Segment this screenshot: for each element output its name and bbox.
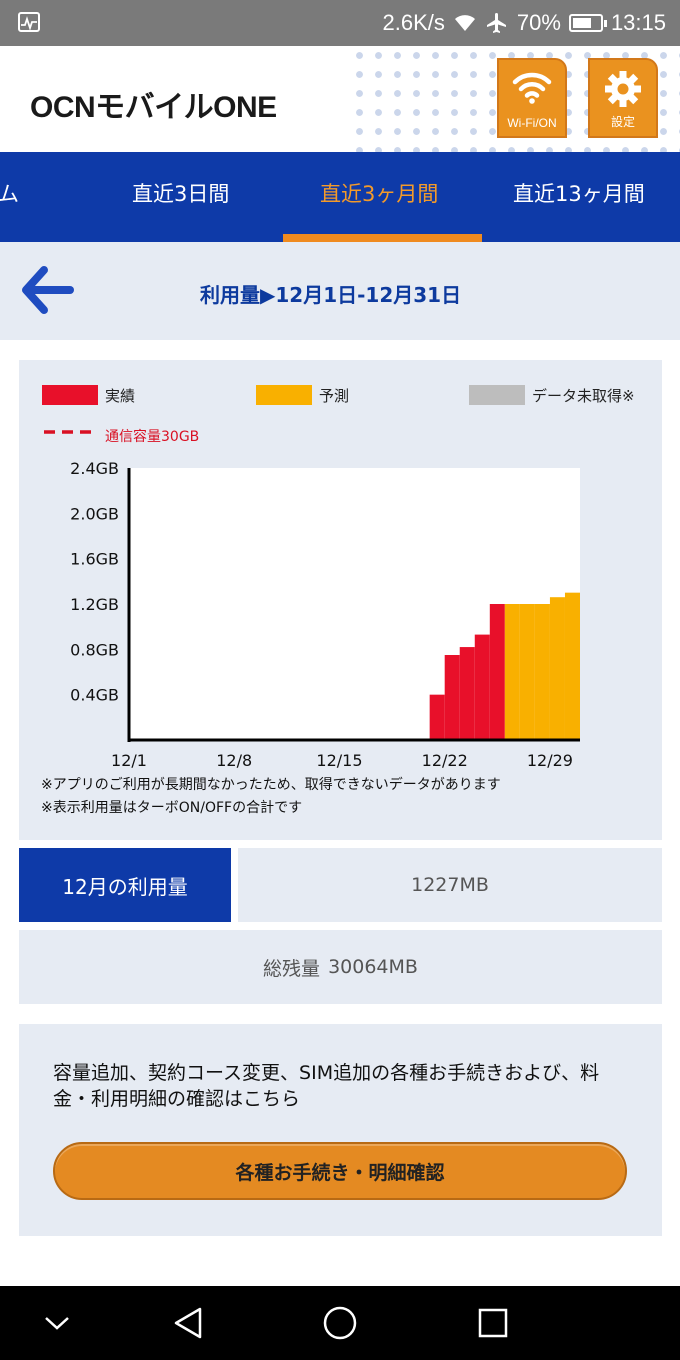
y-tick-label: 2.0GB [70,504,119,523]
remaining-data: 総残量 30064MB [19,930,662,1004]
settings-button-label: 設定 [610,115,635,129]
y-tick-label: 0.8GB [70,640,119,659]
period-title: 利用量▶12月1日-12月31日 [200,283,462,307]
settings-button[interactable]: 設定 [588,58,658,138]
procedures-panel: 容量追加、契約コース変更、SIM追加の各種お手続きおよび、料金・利用明細の確認は… [19,1024,662,1236]
x-tick-label: 12/8 [216,751,252,770]
bar-actual [444,655,460,740]
x-tick-label: 12/15 [316,751,362,770]
activity-icon [18,12,40,32]
bar-actual [474,634,490,740]
x-tick-label: 12/22 [422,751,468,770]
tab-partial[interactable]: ム [0,178,19,208]
tab-last-3-months[interactable]: 直近3ヶ月間 [320,178,438,208]
battery-percent: 70% [516,10,561,35]
app-header: OCNモバイルONE Wi-Fi/ON 設定 [0,46,680,152]
system-nav-bar [0,1286,680,1360]
wifi-button-label: Wi-Fi/ON [507,116,557,130]
bar-actual [459,647,475,740]
usage-chart: 2.4GB 2.0GB 1.6GB 1.2GB 0.8GB 0.4GB 12/1 12/8 12… [70,459,580,770]
active-tab-indicator [283,234,482,242]
bar-forecast [534,604,550,740]
bar-actual [429,694,445,740]
period-header: 利用量▶12月1日-12月31日 [0,242,680,340]
back-nav-icon[interactable] [172,1306,206,1340]
monthly-usage-value: 1227MB [238,848,662,922]
bar-actual [489,604,505,740]
status-bar: 2.6K/s 70% 13:15 [0,0,680,46]
y-tick-label: 0.4GB [70,686,119,705]
bar-forecast [519,604,535,740]
x-tick-label: 12/1 [111,751,147,770]
monthly-usage-label: 12月の利用量 [19,848,231,922]
app-logo: OCNモバイルONE [30,91,277,124]
period-tab-bar: ム 直近3日間 直近3ヶ月間 直近13ヶ月間 [0,152,680,242]
x-tick-label: 12/29 [527,751,573,770]
bar-forecast [549,597,565,740]
gear-icon [605,71,641,107]
procedures-description: 容量追加、契約コース変更、SIM追加の各種お手続きおよび、料金・利用明細の確認は… [53,1062,600,1110]
remaining-value: 30064MB [328,956,418,978]
y-tick-label: 1.2GB [70,595,119,614]
clock: 13:15 [610,10,666,35]
wifi-icon [454,15,475,31]
chevron-down-icon[interactable] [44,1314,70,1332]
wifi-icon [512,72,552,104]
bar-forecast [564,592,580,740]
chart-note-missing-data: ※アプリのご利用が長期間なかったため、取得できないデータがあります [41,777,501,793]
tab-last-3-days[interactable]: 直近3日間 [132,178,229,208]
y-tick-label: 1.6GB [70,550,119,569]
home-nav-icon[interactable] [322,1305,358,1341]
wifi-on-button[interactable]: Wi-Fi/ON [497,58,567,138]
chart-note-turbo-total: ※表示利用量はターボON/OFFの合計です [41,800,303,816]
back-button[interactable] [18,262,78,318]
recents-nav-icon[interactable] [477,1307,509,1339]
bar-forecast [504,604,520,740]
remaining-label: 総残量 [263,957,321,980]
tab-last-13-months[interactable]: 直近13ヶ月間 [513,178,645,208]
usage-chart-panel: 実績 予測 データ未取得※ 通信容量30GB 2.4GB 2.0GB 1.6GB 1.… [19,360,662,840]
back-arrow-icon [22,266,74,314]
procedures-button[interactable]: 各種お手続き・明細確認 [53,1142,627,1200]
battery-icon [568,14,607,32]
airplane-icon [486,13,506,33]
y-tick-label: 2.4GB [70,459,119,478]
network-speed: 2.6K/s [382,10,445,35]
